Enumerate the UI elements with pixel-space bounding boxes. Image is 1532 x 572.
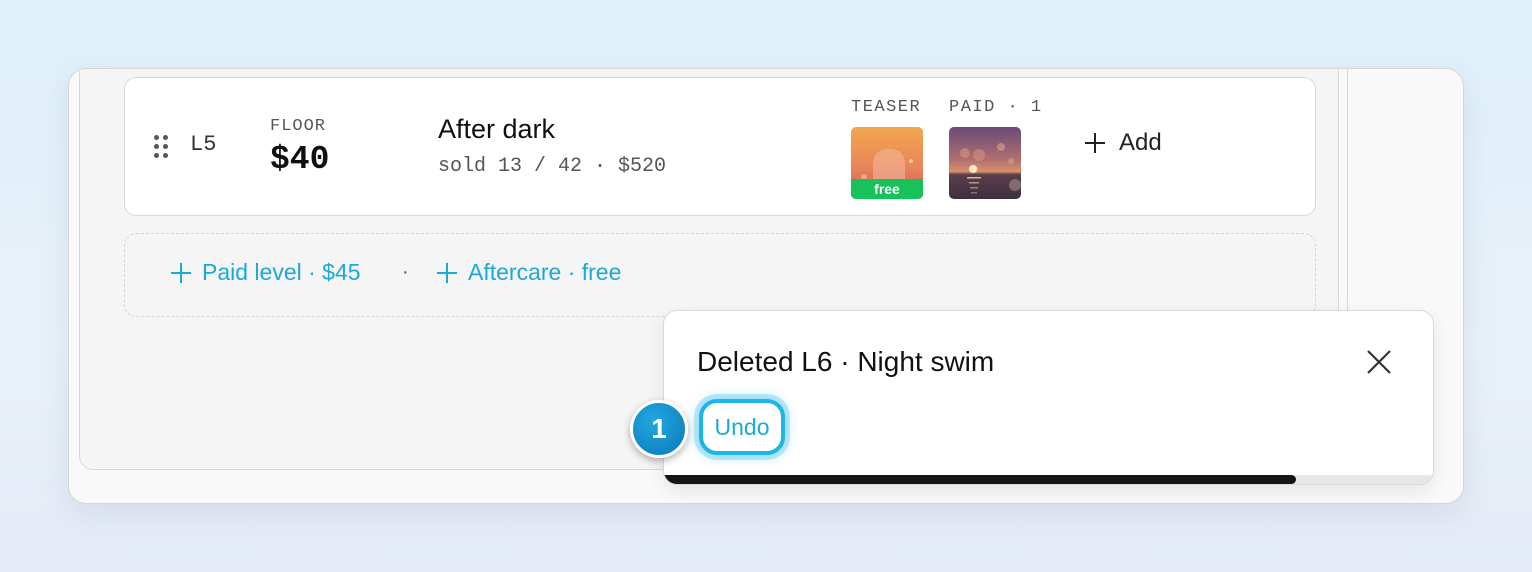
plus-icon — [437, 262, 457, 283]
level-title[interactable]: After dark — [438, 114, 555, 145]
quick-add-area: Paid level · $45 · Aftercare · free — [124, 233, 1316, 317]
floor-label: FLOOR — [270, 117, 327, 136]
add-aftercare-button[interactable]: Aftercare · free — [436, 259, 621, 286]
add-aftercare-label: Aftercare · free — [468, 259, 622, 285]
drag-handle-icon[interactable] — [154, 135, 170, 161]
undo-button[interactable]: Undo — [699, 399, 785, 455]
level-id: L5 — [190, 132, 217, 157]
teaser-label: TEASER — [851, 98, 922, 117]
paid-thumbnail[interactable] — [949, 127, 1021, 199]
add-paid-level-label: Paid level · $45 — [202, 259, 361, 285]
undo-toast: Deleted L6 · Night swim Undo — [663, 310, 1434, 485]
paid-label: PAID · 1 — [949, 98, 1043, 117]
toast-message: Deleted L6 · Night swim — [697, 346, 995, 377]
floor-price[interactable]: $40 — [270, 141, 329, 178]
step-badge: 1 — [630, 400, 688, 458]
plus-icon — [1085, 133, 1105, 153]
level-row[interactable]: L5 FLOOR $40 After dark sold 13 / 42 · $… — [124, 77, 1316, 216]
add-paid-level-button[interactable]: Paid level · $45 — [170, 259, 361, 286]
level-stats: sold 13 / 42 · $520 — [438, 155, 667, 178]
toast-timer-track — [664, 475, 1433, 484]
close-icon[interactable] — [1364, 347, 1394, 377]
free-badge: free — [851, 179, 923, 199]
teaser-thumbnail[interactable]: free — [851, 127, 923, 199]
quick-add-separator: · — [402, 261, 409, 283]
add-media-label: Add — [1119, 129, 1162, 156]
toast-timer-bar — [664, 475, 1297, 484]
plus-icon — [171, 262, 191, 283]
add-media-button[interactable]: Add — [1083, 129, 1162, 157]
paid-image — [949, 127, 1021, 199]
